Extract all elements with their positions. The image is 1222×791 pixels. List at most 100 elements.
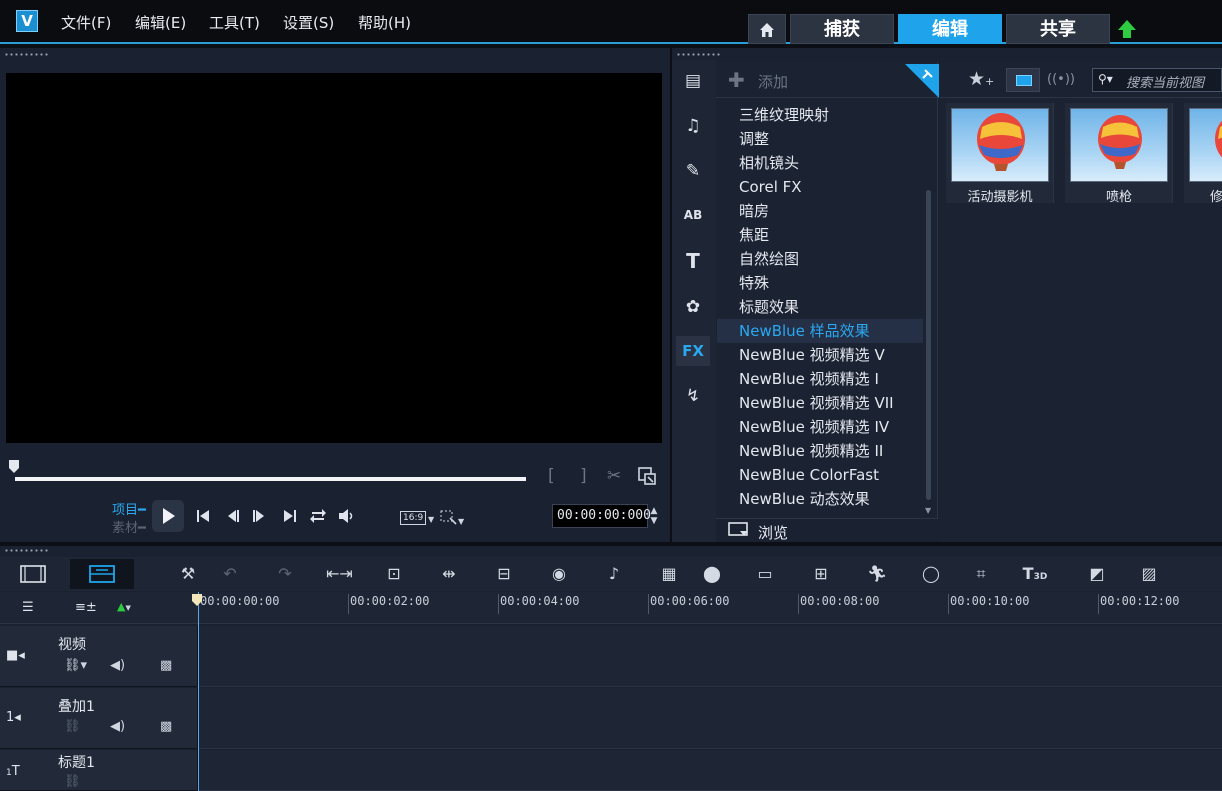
fx-category-item[interactable]: NewBlue 视频精选 IV xyxy=(717,415,923,439)
track-manager-icon[interactable]: ☰ xyxy=(22,600,34,615)
timecode-stepper[interactable]: ▲ ▼ xyxy=(648,506,660,526)
browse-label[interactable]: 浏览 xyxy=(758,522,788,543)
mark-out-icon[interactable]: ] xyxy=(580,466,587,486)
undo-icon[interactable]: ↶ xyxy=(217,562,243,586)
mode-project[interactable]: 项目━ xyxy=(112,499,146,518)
playhead-line[interactable] xyxy=(198,592,199,791)
link-icon[interactable]: ⛓ xyxy=(64,719,81,734)
browse-folder-icon[interactable] xyxy=(728,521,750,539)
menu-file[interactable]: 文件(F) xyxy=(61,12,111,33)
previous-frame-icon[interactable] xyxy=(224,507,242,525)
fx-category-item[interactable]: NewBlue 视频精选 V xyxy=(717,343,923,367)
insert-icon[interactable]: ⊟ xyxy=(491,562,517,586)
go-to-start-icon[interactable] xyxy=(194,507,212,525)
pin-icon[interactable] xyxy=(905,64,939,98)
scrubber-handle[interactable] xyxy=(8,460,20,474)
link-icon[interactable]: ⛓▾ xyxy=(64,658,87,673)
menu-tools[interactable]: 工具(T) xyxy=(209,12,260,33)
split-screen-icon[interactable]: ⊞ xyxy=(808,562,834,586)
add-label[interactable]: 添加 xyxy=(758,71,788,92)
subtitle-icon[interactable]: ▭ xyxy=(752,562,778,586)
transition-icon[interactable]: AB xyxy=(676,200,710,230)
track-header-video[interactable] xyxy=(0,626,198,687)
volume-icon[interactable] xyxy=(337,506,357,526)
track-title[interactable] xyxy=(198,750,1222,791)
aspect-dropdown-icon[interactable]: ▼ xyxy=(428,515,434,524)
fx-category-item[interactable]: 三维纹理映射 xyxy=(717,103,923,127)
mode-clip[interactable]: 素材━ xyxy=(112,517,146,536)
timeline-grip[interactable] xyxy=(4,549,50,552)
path-icon[interactable]: ↯ xyxy=(676,381,710,411)
tab-capture[interactable]: 捕获 xyxy=(790,14,894,44)
fx-category-item[interactable]: 特殊 xyxy=(717,271,923,295)
audio-mixer-icon[interactable]: ♪ xyxy=(601,562,627,586)
track-transparency-icon[interactable]: ▩ xyxy=(160,658,172,673)
track-overlay[interactable] xyxy=(198,688,1222,749)
tools-icon[interactable]: ⚒ xyxy=(175,562,201,586)
timecode-field[interactable]: 00:00:00:000 xyxy=(552,504,651,528)
audio-icon[interactable]: ♫ xyxy=(676,111,710,141)
multicam-icon[interactable]: ▦ xyxy=(656,562,682,586)
next-frame-icon[interactable] xyxy=(250,507,268,525)
fx-category-item-selected[interactable]: NewBlue 样品效果 xyxy=(717,319,923,343)
panel-grip[interactable] xyxy=(4,53,50,56)
fx-category-item[interactable]: 相机镜头 xyxy=(717,151,923,175)
split-clip-icon[interactable]: ✂ xyxy=(607,466,621,486)
add-track-icon[interactable]: ≡± xyxy=(75,600,97,615)
fx-category-item[interactable]: NewBlue 动态效果 xyxy=(717,487,923,511)
crop-dropdown-icon[interactable]: ▼ xyxy=(458,517,464,526)
mark-in-icon[interactable]: [ xyxy=(548,466,555,486)
audio-filter-icon[interactable]: ((•)) xyxy=(1044,68,1078,92)
stop-motion-icon[interactable]: ▨ xyxy=(1136,562,1162,586)
fx-category-item[interactable]: Corel FX xyxy=(717,175,923,199)
redo-icon[interactable]: ↷ xyxy=(272,562,298,586)
timeline-view-button[interactable] xyxy=(70,559,134,589)
fx-category-item[interactable]: 调整 xyxy=(717,127,923,151)
pan-zoom-icon[interactable]: ⌗ xyxy=(968,562,994,586)
fx-category-item[interactable]: 自然绘图 xyxy=(717,247,923,271)
aspect-ratio-button[interactable]: 16:9 xyxy=(400,511,427,525)
fx-category-item[interactable]: 暗房 xyxy=(717,199,923,223)
play-button[interactable] xyxy=(152,500,184,532)
tab-share[interactable]: 共享 xyxy=(1006,14,1110,44)
tab-edit[interactable]: 编辑 xyxy=(898,14,1002,44)
chapter-marker-icon[interactable]: ▲▼ xyxy=(117,600,131,613)
fx-category-item[interactable]: NewBlue 视频精选 II xyxy=(717,439,923,463)
fit-window-icon[interactable]: ⊡ xyxy=(381,562,407,586)
record-capture-icon[interactable]: ◉ xyxy=(546,562,572,586)
instant-project-icon[interactable]: ✎ xyxy=(676,156,710,186)
track-video[interactable] xyxy=(198,626,1222,687)
track-volume-icon[interactable]: ◀) xyxy=(110,658,125,673)
scrubber-track[interactable] xyxy=(15,477,526,481)
fit-project-icon[interactable]: ⇤⇥ xyxy=(326,562,353,586)
storyboard-view-icon[interactable] xyxy=(8,560,58,588)
favorite-add-icon[interactable]: ★+ xyxy=(968,68,994,90)
link-icon[interactable]: ⛓ xyxy=(64,774,81,789)
mask-icon[interactable]: ◯ xyxy=(918,562,944,586)
go-to-end-icon[interactable] xyxy=(281,507,299,525)
library-grip[interactable] xyxy=(676,53,722,56)
fx-category-item[interactable]: NewBlue ColorFast xyxy=(717,463,923,487)
menu-settings[interactable]: 设置(S) xyxy=(283,12,334,33)
track-transparency-icon[interactable]: ▩ xyxy=(160,719,172,734)
playhead-marker[interactable] xyxy=(192,594,202,606)
title-icon[interactable]: T xyxy=(676,246,710,276)
fx-icon[interactable]: FX xyxy=(676,336,710,366)
3d-title-icon[interactable]: T3D xyxy=(1022,562,1048,586)
motion-tracking-icon[interactable]: 🏃︎ xyxy=(864,562,890,586)
ripple-edit-icon[interactable]: ⇹ xyxy=(436,562,462,586)
menu-help[interactable]: 帮助(H) xyxy=(358,12,411,33)
crop-tool-icon[interactable] xyxy=(440,510,458,526)
menu-edit[interactable]: 编辑(E) xyxy=(135,12,186,33)
preview-screen[interactable] xyxy=(6,73,662,443)
fx-list-scrollbar[interactable] xyxy=(926,190,931,500)
time-remap-icon[interactable]: ◩ xyxy=(1084,562,1110,586)
fx-category-item[interactable]: NewBlue 视频精选 I xyxy=(717,367,923,391)
media-icon[interactable]: ▤ xyxy=(676,66,710,96)
filter-thumbnail[interactable]: 修 xyxy=(1184,103,1222,203)
track-volume-icon[interactable]: ◀) xyxy=(110,719,125,734)
upload-arrow-icon[interactable] xyxy=(1116,18,1138,40)
color-grading-icon[interactable]: ⬤ xyxy=(699,562,725,586)
filter-thumbnail[interactable]: 活动摄影机 xyxy=(946,103,1054,205)
fx-category-item[interactable]: 标题效果 xyxy=(717,295,923,319)
